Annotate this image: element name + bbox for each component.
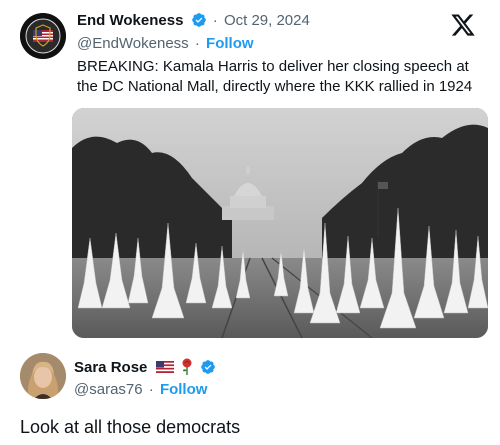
- reply-follow-button[interactable]: Follow: [160, 381, 208, 398]
- author-handle[interactable]: @EndWokeness: [77, 35, 189, 52]
- verified-badge-icon: [191, 13, 206, 27]
- rose-icon: [182, 358, 192, 375]
- us-flag-icon: [155, 361, 174, 373]
- avatar[interactable]: [20, 13, 66, 59]
- historic-photo-icon: [72, 108, 488, 338]
- post-text: BREAKING: Kamala Harris to deliver her c…: [77, 58, 473, 95]
- follow-button[interactable]: Follow: [206, 35, 254, 52]
- author-name-row: End Wokeness · Oct 29, 2024: [77, 12, 310, 30]
- dot-separator: ·: [194, 35, 200, 52]
- author-name[interactable]: End Wokeness: [77, 12, 183, 29]
- reply-post: Sara Rose @saras76 · Follow Look at all …: [0, 345, 500, 445]
- reply-author-row: Sara Rose: [74, 358, 216, 377]
- dot-separator: ·: [148, 381, 154, 398]
- x-logo-icon[interactable]: [450, 12, 476, 38]
- reply-text: Look at all those democrats: [20, 417, 241, 437]
- dot-separator: ·: [212, 12, 218, 29]
- post-date[interactable]: Oct 29, 2024: [224, 12, 310, 29]
- post-photo[interactable]: [72, 108, 488, 338]
- reply-author-name[interactable]: Sara Rose: [74, 359, 147, 376]
- reply-author-handle[interactable]: @saras76: [74, 381, 143, 398]
- handle-row: @EndWokeness · Follow: [77, 35, 254, 53]
- person-avatar-icon: [20, 353, 66, 399]
- verified-badge-icon: [201, 360, 215, 374]
- reply-handle-row: @saras76 · Follow: [74, 381, 207, 399]
- reply-avatar[interactable]: [20, 353, 66, 399]
- avatar-badge-icon: [20, 13, 66, 59]
- main-post: End Wokeness · Oct 29, 2024 @EndWokeness…: [0, 0, 500, 345]
